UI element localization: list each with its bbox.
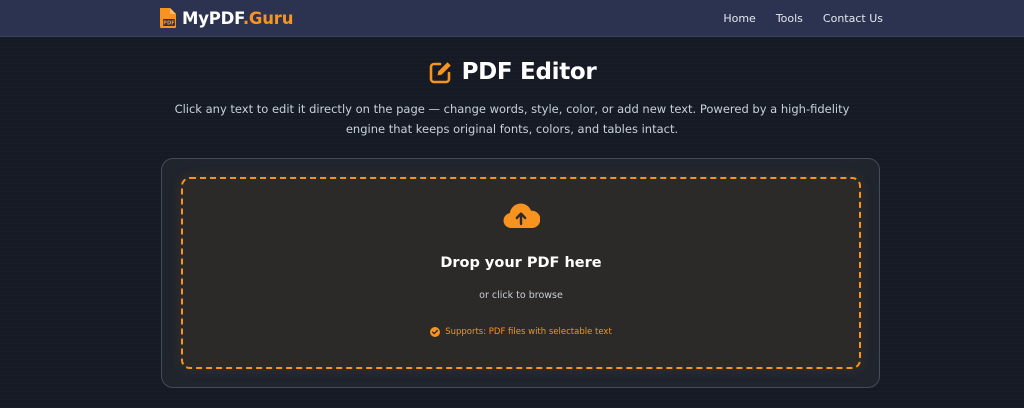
- drop-zone-title: Drop your PDF here: [440, 255, 602, 271]
- supported-formats: Supports: PDF files with selectable text: [183, 327, 859, 337]
- pdf-drop-zone[interactable]: Drop your PDF here or click to browse Su…: [181, 177, 861, 369]
- brand-logo[interactable]: PDF MyPDF.Guru: [158, 7, 293, 29]
- cloud-upload-icon: [503, 203, 540, 228]
- brand-name: MyPDF.Guru: [182, 8, 294, 28]
- page-title-row: PDF Editor: [0, 56, 1024, 88]
- page-title: PDF Editor: [461, 59, 597, 85]
- upload-card: Drop your PDF here or click to browse Su…: [161, 158, 880, 388]
- nav-links: Home Tools Contact Us: [723, 0, 883, 36]
- edit-icon: [429, 62, 451, 84]
- nav-link-contact-us[interactable]: Contact Us: [823, 12, 883, 25]
- svg-text:PDF: PDF: [163, 21, 175, 27]
- browse-hint: or click to browse: [479, 290, 563, 301]
- navbar: PDF MyPDF.Guru Home Tools Contact Us: [0, 0, 1024, 37]
- pdf-file-icon: PDF: [160, 8, 176, 28]
- nav-link-tools[interactable]: Tools: [776, 12, 803, 25]
- check-circle-icon: [430, 327, 441, 337]
- supported-formats-text: Supports: PDF files with selectable text: [445, 327, 612, 337]
- page-description: Click any text to edit it directly on th…: [174, 102, 850, 136]
- nav-link-home[interactable]: Home: [723, 12, 755, 25]
